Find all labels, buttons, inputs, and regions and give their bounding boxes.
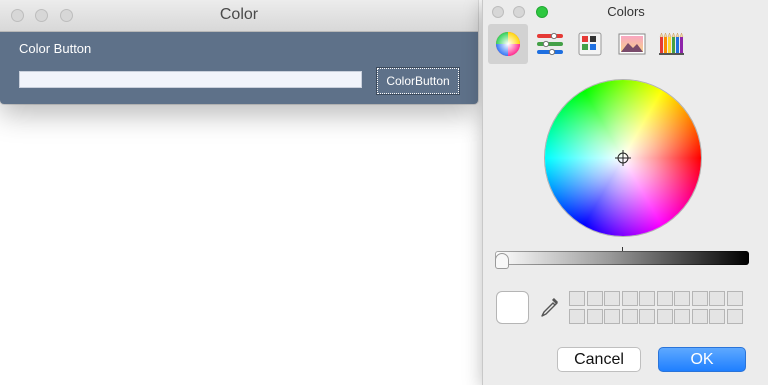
color-text-field[interactable]: [19, 71, 362, 88]
saved-color-cell[interactable]: [569, 309, 585, 324]
image-palettes-icon: [618, 33, 646, 55]
saved-color-cell[interactable]: [639, 309, 655, 324]
saved-color-cell[interactable]: [604, 291, 620, 306]
saved-color-cell[interactable]: [569, 291, 585, 306]
window-title: Color: [219, 6, 259, 23]
colors-panel: Colors Cancel OK: [482, 0, 768, 385]
tab-pencils[interactable]: [651, 24, 691, 64]
color-wheel-icon: [496, 32, 520, 56]
saved-color-cell[interactable]: [726, 309, 743, 324]
ok-button[interactable]: OK: [658, 347, 746, 372]
saved-color-cell[interactable]: [621, 291, 638, 306]
color-button-label: Color Button: [19, 41, 92, 56]
color-wheel[interactable]: [545, 80, 701, 236]
tab-color-wheel[interactable]: [488, 24, 528, 64]
colors-toolbar: [483, 24, 768, 64]
saved-color-cell[interactable]: [709, 291, 725, 306]
saved-color-cell[interactable]: [726, 291, 743, 306]
colors-panel-titlebar: Colors: [483, 0, 768, 24]
brightness-slider-knob[interactable]: [495, 253, 509, 269]
color-sliders-icon: [537, 32, 563, 56]
tab-color-sliders[interactable]: [529, 24, 569, 64]
eyedropper-icon[interactable]: [539, 297, 559, 319]
pencils-icon: [659, 32, 684, 55]
panel-title: Colors: [607, 4, 645, 19]
saved-color-cell[interactable]: [674, 291, 690, 306]
saved-color-cell[interactable]: [709, 309, 725, 324]
saved-color-cell[interactable]: [604, 309, 620, 324]
saved-color-cell[interactable]: [691, 291, 708, 306]
color-window: Color Color Button ColorButton: [0, 0, 478, 104]
saved-color-cell[interactable]: [586, 309, 603, 324]
saved-color-cell[interactable]: [621, 309, 638, 324]
tab-image-palettes[interactable]: [611, 24, 651, 64]
cancel-button[interactable]: Cancel: [557, 347, 641, 372]
saved-color-cell[interactable]: [656, 309, 673, 324]
selected-color-swatch[interactable]: [496, 291, 529, 324]
saved-color-cell[interactable]: [674, 309, 690, 324]
crosshair-icon[interactable]: [615, 150, 631, 166]
saved-color-cell[interactable]: [656, 291, 673, 306]
saved-colors-grid: [569, 291, 744, 325]
color-window-titlebar: Color: [0, 0, 478, 32]
brightness-slider[interactable]: [495, 251, 749, 265]
color-button[interactable]: ColorButton: [377, 68, 459, 94]
saved-color-cell[interactable]: [639, 291, 655, 306]
color-palettes-icon: [578, 32, 602, 56]
saved-color-cell[interactable]: [586, 291, 603, 306]
tab-color-palettes[interactable]: [570, 24, 610, 64]
saved-color-cell[interactable]: [691, 309, 708, 324]
